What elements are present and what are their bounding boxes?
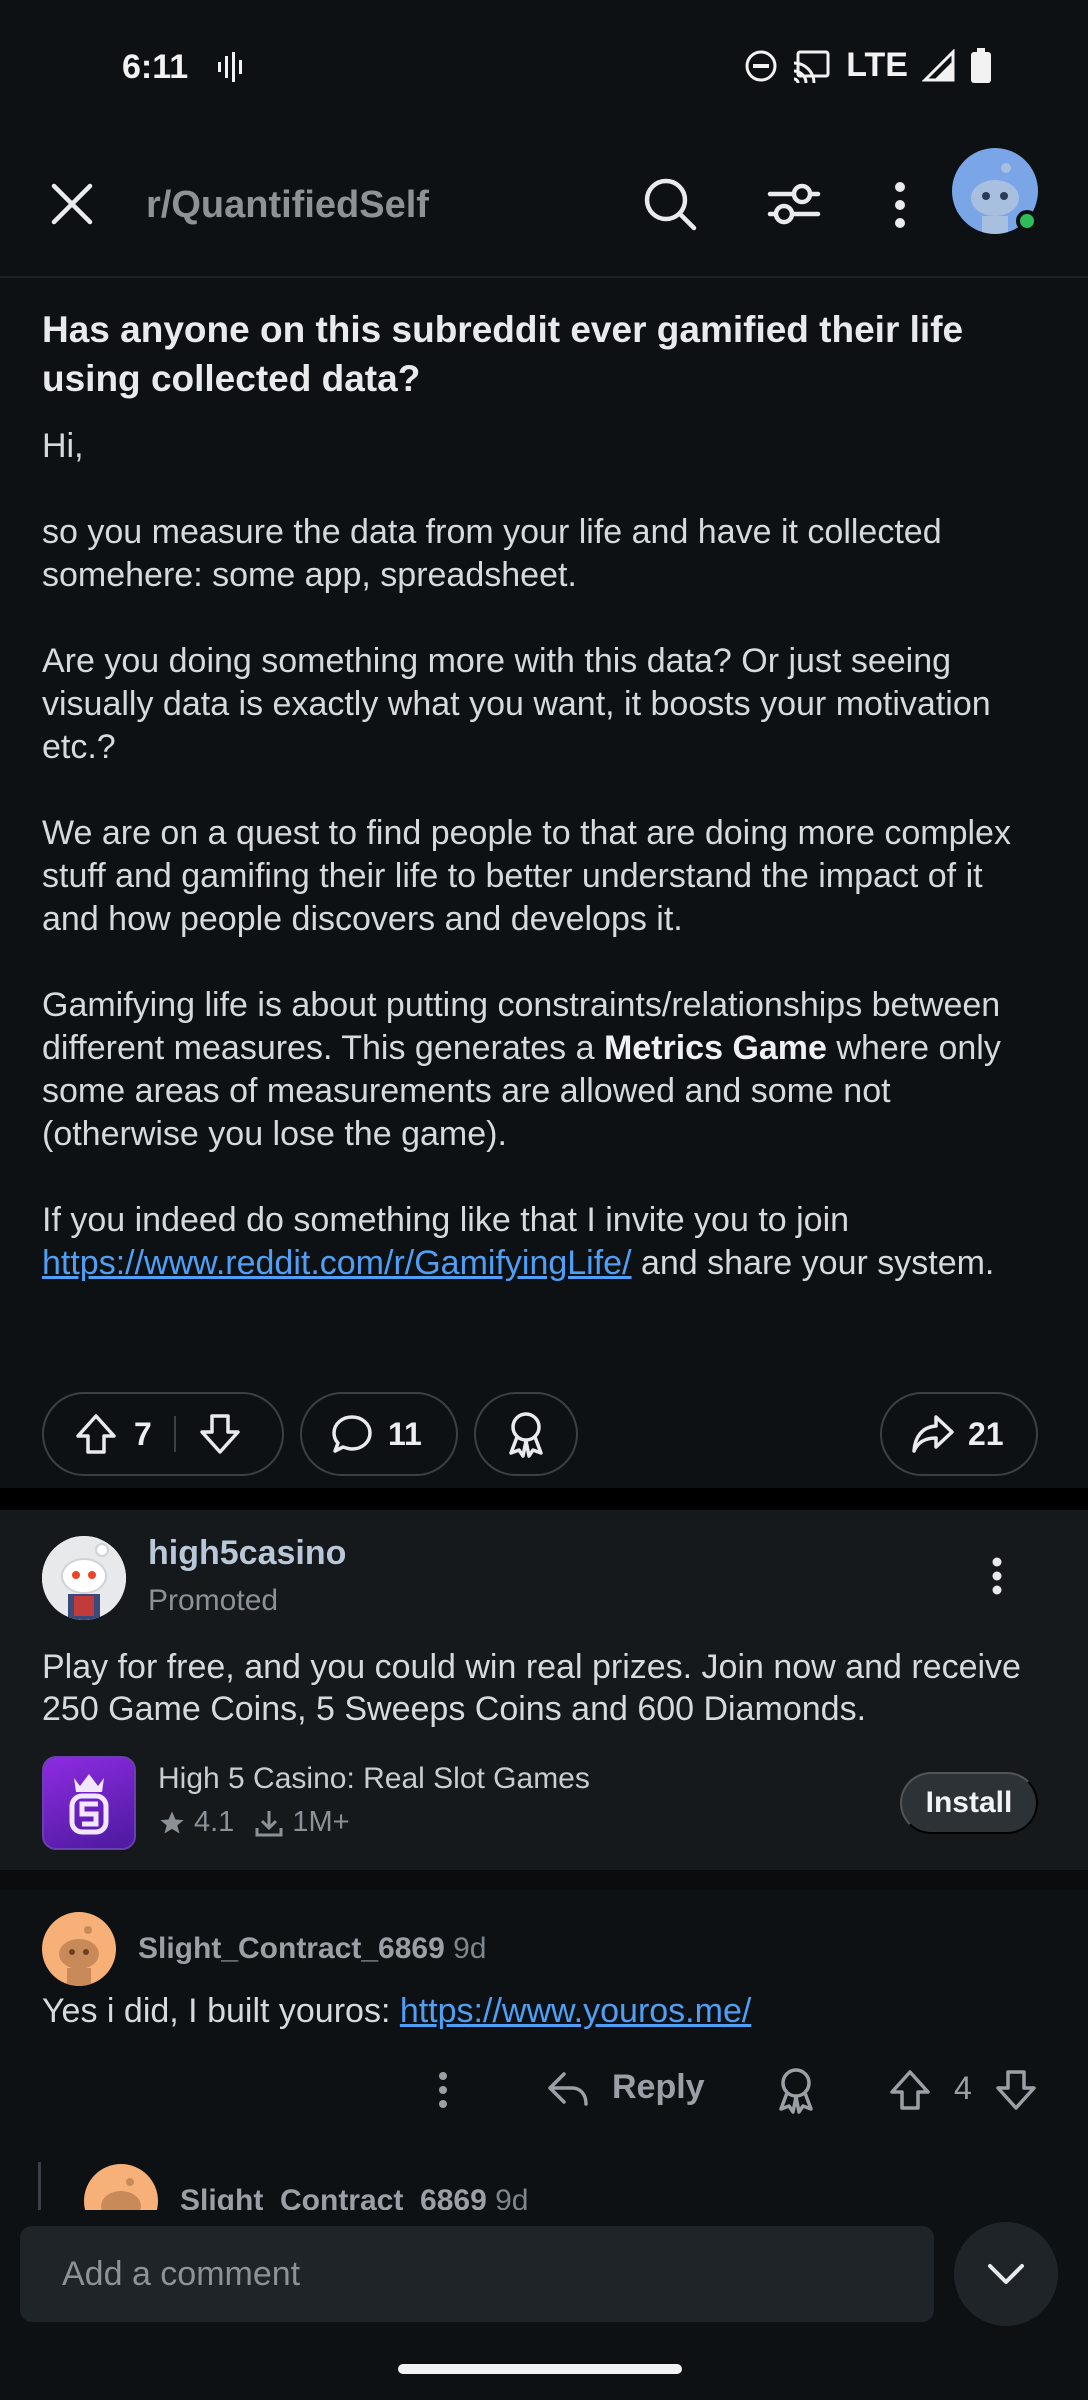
casino-crown-icon <box>69 1774 109 1835</box>
section-divider <box>0 1488 1088 1510</box>
bold-text: Metrics Game <box>603 1029 827 1067</box>
vote-count: 7 <box>134 1415 152 1452</box>
post: Has anyone on this subreddit ever gamifi… <box>42 305 1048 1328</box>
comment-count: 11 <box>388 1415 422 1452</box>
status-bar: 6:11 LTE <box>0 0 1088 130</box>
app-stats: 4.1 1M+ <box>158 1806 350 1839</box>
comment-icon <box>332 1415 372 1453</box>
advertiser-name[interactable]: high5casino <box>148 1534 346 1573</box>
app-rating: 4.1 <box>194 1806 235 1838</box>
online-status-dot <box>1016 210 1038 232</box>
award-icon <box>509 1412 543 1458</box>
status-time: 6:11 <box>122 48 189 86</box>
next-comment-button[interactable] <box>954 2222 1058 2326</box>
upvote-icon[interactable] <box>888 2068 932 2112</box>
comment-author[interactable]: Slight_Contract_6869 9d <box>138 1932 487 1966</box>
sound-wave-icon <box>218 52 242 82</box>
comment-text: Yes i did, I built youros: https://www.y… <box>42 1992 751 2031</box>
network-type: LTE <box>846 46 908 84</box>
share-count: 21 <box>968 1415 1004 1452</box>
comment-vote-count: 4 <box>954 2070 972 2106</box>
commenter-avatar[interactable] <box>42 1912 116 1986</box>
text: If you indeed do something like that I i… <box>42 1201 850 1239</box>
vote-divider <box>173 1416 176 1452</box>
chevron-down-icon <box>988 2264 1024 2284</box>
download-icon <box>255 1810 283 1836</box>
subreddit-link[interactable]: https://www.reddit.com/r/GamifyingLife/ <box>42 1244 632 1282</box>
share-button[interactable]: 21 <box>880 1392 1038 1476</box>
post-title: Has anyone on this subreddit ever gamifi… <box>42 309 964 399</box>
upvote-icon[interactable] <box>74 1412 118 1456</box>
downvote-icon[interactable] <box>994 2068 1038 2112</box>
battery-icon <box>971 47 991 83</box>
promoted-post[interactable]: high5casino Promoted Play for free, and … <box>0 1510 1088 1870</box>
reply-button[interactable]: Reply <box>612 2068 705 2107</box>
post-action-bar: 7 11 21 <box>42 1392 1046 1476</box>
more-options-icon[interactable] <box>436 2070 450 2110</box>
more-options-icon[interactable] <box>990 1556 1004 1596</box>
comments-button[interactable]: 11 <box>300 1392 458 1476</box>
username[interactable]: Slight_Contract_6869 <box>138 1932 445 1965</box>
add-comment-input[interactable]: Add a comment <box>20 2226 934 2322</box>
search-icon[interactable] <box>640 174 700 234</box>
post-paragraph: Hi, <box>42 427 84 465</box>
signal-icon <box>922 48 955 81</box>
gesture-bar[interactable] <box>398 2364 682 2374</box>
post-paragraph: Gamifying life is about putting constrai… <box>42 984 1048 1156</box>
app-name: High 5 Casino: Real Slot Games <box>158 1762 590 1795</box>
post-body: Hi, so you measure the data from your li… <box>42 425 1048 1285</box>
snoo-avatar-icon <box>42 1536 126 1620</box>
close-icon[interactable] <box>48 180 96 228</box>
advertiser-avatar[interactable] <box>42 1536 126 1620</box>
comment-actions: Reply 4 <box>42 2062 1048 2122</box>
post-paragraph: Are you doing something more with this d… <box>42 642 991 766</box>
post-paragraph: We are on a quest to find people to that… <box>42 814 1011 938</box>
text: Yes i did, I built youros: <box>42 1992 400 2030</box>
award-button[interactable] <box>474 1392 578 1476</box>
vote-control: 7 <box>42 1392 284 1476</box>
text: and share your system. <box>631 1244 995 1282</box>
snoo-avatar-icon <box>59 1926 99 1986</box>
award-icon[interactable] <box>774 2066 818 2114</box>
downvote-icon[interactable] <box>198 1412 242 1456</box>
snoo-avatar-icon <box>101 2178 141 2210</box>
comment-link[interactable]: https://www.youros.me/ <box>400 1992 751 2030</box>
post-paragraph: so you measure the data from your life a… <box>42 513 942 594</box>
star-icon <box>160 1810 184 1833</box>
do-not-disturb-icon <box>745 50 777 81</box>
app-icon[interactable] <box>42 1756 136 1850</box>
reply-comment: Slight_Contract_6869 9d <box>84 2164 984 2210</box>
more-options-icon[interactable] <box>880 180 920 230</box>
promoted-label: Promoted <box>148 1584 279 1617</box>
ad-text: Play for free, and you could win real pr… <box>42 1648 1021 1728</box>
comment-author[interactable]: Slight_Contract_6869 9d <box>180 2184 529 2210</box>
share-icon <box>912 1415 954 1453</box>
comment-bar: Add a comment <box>0 2212 1088 2342</box>
cast-icon <box>794 50 830 83</box>
thread-line <box>38 2162 41 2210</box>
app-downloads: 1M+ <box>292 1806 350 1838</box>
top-app-bar: r/QuantifiedSelf <box>0 130 1088 278</box>
install-button[interactable]: Install <box>900 1772 1038 1834</box>
comment-age: 9d <box>453 1932 487 1965</box>
status-icons: LTE <box>744 46 992 85</box>
comment-age: 9d <box>495 2184 529 2210</box>
post-paragraph: If you indeed do something like that I i… <box>42 1199 1048 1285</box>
section-divider <box>0 1870 1088 1890</box>
header-divider <box>0 276 1088 278</box>
commenter-avatar[interactable] <box>84 2164 158 2210</box>
username[interactable]: Slight_Contract_6869 <box>180 2184 487 2210</box>
sort-filter-icon[interactable] <box>766 178 822 230</box>
subreddit-title[interactable]: r/QuantifiedSelf <box>146 184 429 227</box>
reply-icon[interactable] <box>546 2068 590 2112</box>
